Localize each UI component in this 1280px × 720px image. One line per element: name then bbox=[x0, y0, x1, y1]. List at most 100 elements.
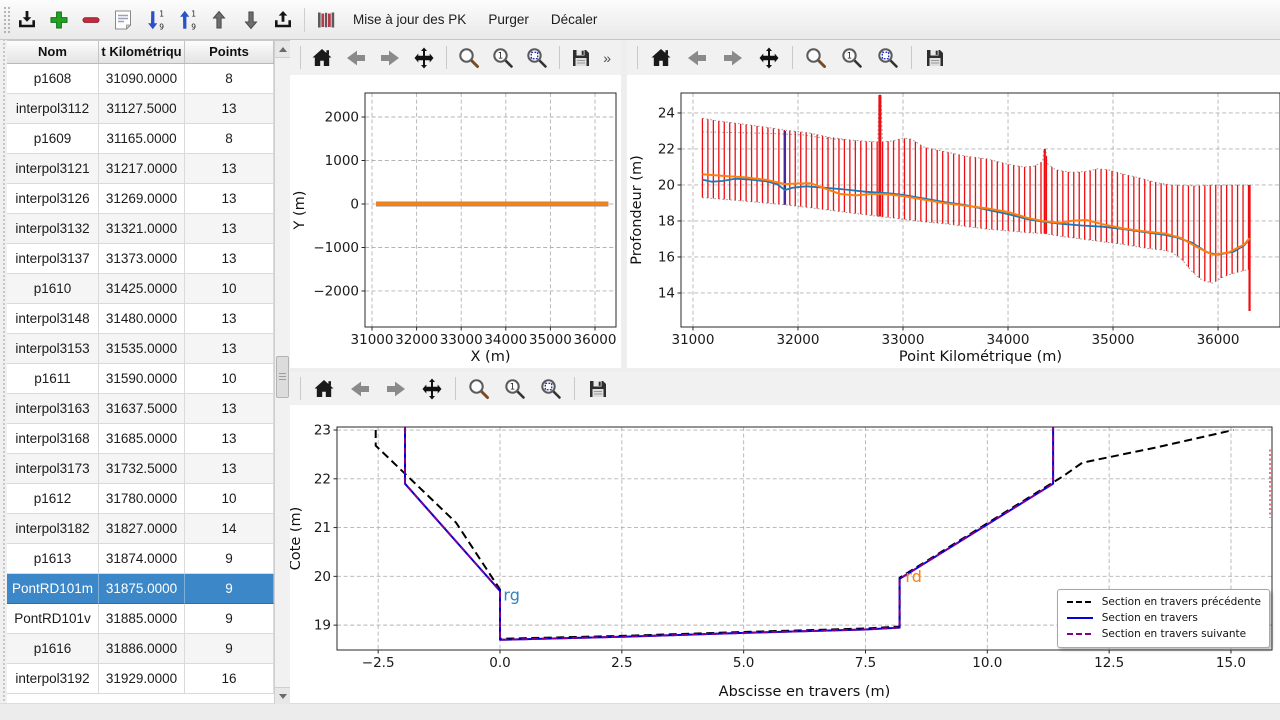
cell-pk: 31874.0000 bbox=[99, 544, 185, 574]
cell-points: 13 bbox=[185, 334, 274, 364]
svg-text:22: 22 bbox=[314, 471, 331, 487]
cell-pk: 31780.0000 bbox=[99, 484, 185, 514]
svg-text:18: 18 bbox=[658, 213, 675, 229]
toolbar-separator bbox=[455, 377, 456, 400]
toolbar-grip-handle[interactable] bbox=[2, 5, 11, 35]
back-icon[interactable] bbox=[684, 45, 710, 71]
column-header-nom[interactable]: Nom bbox=[7, 41, 99, 63]
svg-text:−2000: −2000 bbox=[313, 283, 359, 299]
scroll-down-button[interactable] bbox=[275, 687, 290, 704]
cell-pk: 31425.0000 bbox=[99, 274, 185, 304]
cell-pk: 31875.0000 bbox=[99, 574, 185, 604]
table-row[interactable]: interpol318231827.000014 bbox=[7, 514, 290, 544]
table-row[interactable]: interpol316331637.500013 bbox=[7, 394, 290, 424]
cell-pk: 31217.0000 bbox=[99, 154, 185, 184]
toolbar-separator bbox=[574, 377, 575, 400]
zoom-icon[interactable] bbox=[803, 45, 829, 71]
forward-icon[interactable] bbox=[383, 376, 409, 402]
home-icon[interactable] bbox=[648, 45, 674, 71]
scrollbar-thumb[interactable] bbox=[276, 356, 289, 398]
table-row[interactable]: interpol314831480.000013 bbox=[7, 304, 290, 334]
sections-icon[interactable] bbox=[311, 5, 341, 35]
cell-points: 13 bbox=[185, 154, 274, 184]
home-icon[interactable] bbox=[311, 376, 337, 402]
zoom-icon[interactable] bbox=[466, 376, 492, 402]
back-icon[interactable] bbox=[347, 376, 373, 402]
cell-nom: interpol3163 bbox=[7, 394, 99, 424]
column-header-pk[interactable]: t Kilométriqu bbox=[99, 41, 185, 63]
svg-text:9: 9 bbox=[159, 22, 164, 31]
cell-pk: 31886.0000 bbox=[99, 634, 185, 664]
table-row[interactable]: interpol316831685.000013 bbox=[7, 424, 290, 454]
zoom-original-icon[interactable]: 1 bbox=[839, 45, 865, 71]
cell-nom: interpol3173 bbox=[7, 454, 99, 484]
table-row[interactable]: interpol313731373.000013 bbox=[7, 244, 290, 274]
save-icon[interactable] bbox=[922, 45, 948, 71]
sort-descending-icon[interactable]: 19 bbox=[140, 5, 170, 35]
table-row[interactable]: interpol312631269.000013 bbox=[7, 184, 290, 214]
table-row[interactable]: p161631886.00009 bbox=[7, 634, 290, 664]
application-window: 1919 Mise à jour des PK Purger Décaler N… bbox=[0, 0, 1280, 720]
move-down-icon[interactable] bbox=[236, 5, 266, 35]
move-up-icon[interactable] bbox=[204, 5, 234, 35]
svg-text:36000: 36000 bbox=[574, 332, 617, 348]
update-pk-button[interactable]: Mise à jour des PK bbox=[342, 6, 477, 33]
cell-nom: interpol3126 bbox=[7, 184, 99, 214]
zoom-original-icon[interactable]: 1 bbox=[502, 376, 528, 402]
purge-button[interactable]: Purger bbox=[477, 6, 540, 33]
save-icon[interactable] bbox=[585, 376, 611, 402]
table-row[interactable]: interpol312131217.000013 bbox=[7, 154, 290, 184]
forward-icon[interactable] bbox=[720, 45, 746, 71]
pan-icon[interactable] bbox=[756, 45, 782, 71]
save-icon[interactable] bbox=[569, 45, 593, 71]
table-row[interactable]: p160931165.00008 bbox=[7, 124, 290, 154]
table-row[interactable]: interpol313231321.000013 bbox=[7, 214, 290, 244]
zoom-original-icon[interactable]: 1 bbox=[491, 45, 515, 71]
table-row[interactable]: interpol311231127.500013 bbox=[7, 94, 290, 124]
section-plot-canvas[interactable]: rgrd−2.50.02.55.07.510.012.515.019202122… bbox=[290, 405, 1280, 703]
table-scrollbar[interactable] bbox=[274, 41, 290, 704]
cell-nom: p1612 bbox=[7, 484, 99, 514]
table-row[interactable]: PontRD101v31885.00009 bbox=[7, 604, 290, 634]
trace-plot-canvas[interactable]: 310003200033000340003500036000200010000−… bbox=[290, 75, 621, 368]
export-icon[interactable] bbox=[268, 5, 298, 35]
svg-text:31000: 31000 bbox=[671, 332, 714, 348]
sort-ascending-icon[interactable]: 19 bbox=[172, 5, 202, 35]
pan-icon[interactable] bbox=[412, 45, 436, 71]
cell-points: 9 bbox=[185, 604, 274, 634]
table-row[interactable]: p161031425.000010 bbox=[7, 274, 290, 304]
zoom-icon[interactable] bbox=[457, 45, 481, 71]
svg-text:0.0: 0.0 bbox=[489, 655, 510, 671]
profile-plot-canvas[interactable]: 3100032000330003400035000360001416182022… bbox=[627, 75, 1280, 368]
profile-plot-panel: 1 31000320003300034000350003600014161820… bbox=[627, 40, 1280, 368]
left-splitter-handle[interactable] bbox=[0, 40, 7, 703]
import-icon[interactable] bbox=[12, 5, 42, 35]
zoom-selection-icon[interactable] bbox=[525, 45, 549, 71]
table-row[interactable]: p161331874.00009 bbox=[7, 544, 290, 574]
column-header-points[interactable]: Points bbox=[185, 41, 274, 63]
forward-icon[interactable] bbox=[378, 45, 402, 71]
add-icon[interactable] bbox=[44, 5, 74, 35]
table-row[interactable]: p161131590.000010 bbox=[7, 364, 290, 394]
cell-nom: interpol3137 bbox=[7, 244, 99, 274]
svg-text:20: 20 bbox=[658, 177, 675, 193]
cell-pk: 31165.0000 bbox=[99, 124, 185, 154]
table-row[interactable]: interpol319231929.000016 bbox=[7, 664, 290, 694]
table-row[interactable]: interpol317331732.500013 bbox=[7, 454, 290, 484]
zoom-selection-icon[interactable] bbox=[538, 376, 564, 402]
zoom-selection-icon[interactable] bbox=[875, 45, 901, 71]
table-row[interactable]: p160831090.00008 bbox=[7, 64, 290, 94]
pan-icon[interactable] bbox=[419, 376, 445, 402]
cell-nom: p1608 bbox=[7, 64, 99, 94]
edit-icon[interactable] bbox=[108, 5, 138, 35]
table-row[interactable]: p161231780.000010 bbox=[7, 484, 290, 514]
back-icon[interactable] bbox=[344, 45, 368, 71]
cell-pk: 31885.0000 bbox=[99, 604, 185, 634]
remove-icon[interactable] bbox=[76, 5, 106, 35]
home-icon[interactable] bbox=[310, 45, 334, 71]
table-row-selected[interactable]: PontRD101m31875.00009 bbox=[7, 574, 290, 604]
scroll-up-button[interactable] bbox=[275, 41, 290, 58]
table-row[interactable]: interpol315331535.000013 bbox=[7, 334, 290, 364]
shift-button[interactable]: Décaler bbox=[540, 6, 609, 33]
toolbar-overflow-chevron[interactable]: » bbox=[603, 50, 611, 66]
